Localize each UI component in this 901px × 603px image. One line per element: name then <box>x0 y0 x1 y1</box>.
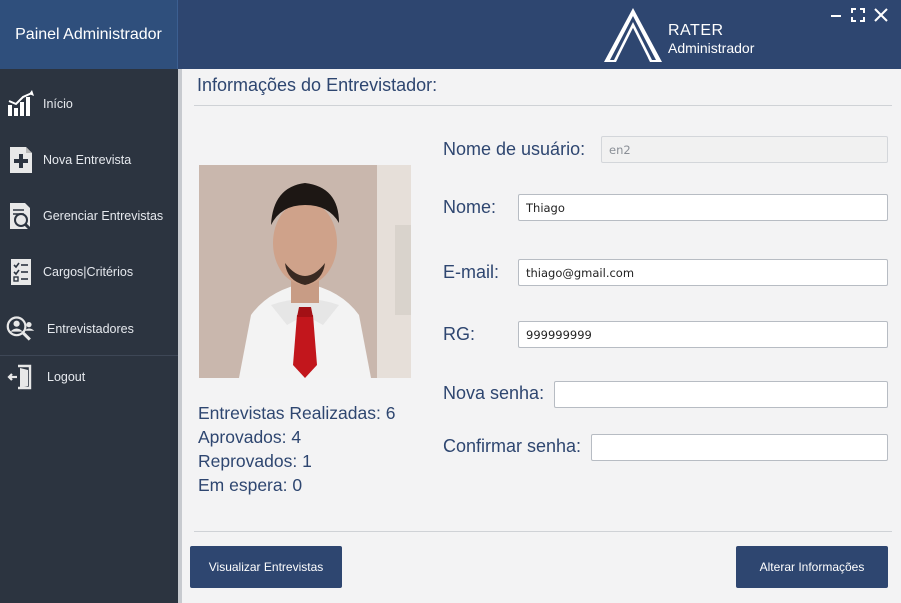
email-label: E-mail: <box>443 262 500 282</box>
checklist-icon <box>6 257 36 287</box>
visualizar-entrevistas-button[interactable]: Visualizar Entrevistas <box>190 546 342 588</box>
nova-senha-label: Nova senha: <box>443 383 545 403</box>
document-search-icon <box>6 201 36 231</box>
section-title: Informações do Entrevistador: <box>197 75 438 95</box>
rg-label: RG: <box>443 324 476 344</box>
close-icon[interactable] <box>872 6 890 24</box>
sidebar-item-label: Nova Entrevista <box>43 153 132 167</box>
sidebar-item-logout[interactable]: Logout <box>0 349 178 405</box>
chart-icon <box>6 89 36 119</box>
stat-entrevistas-realizadas: Entrevistas Realizadas: 6 <box>198 403 396 423</box>
footer-divider <box>194 531 892 532</box>
main-panel: Informações do Entrevistador: Entrevista… <box>178 69 901 603</box>
sidebar-item-label: Entrevistadores <box>47 322 134 336</box>
rg-field[interactable] <box>518 321 888 348</box>
sidebar-item-gerenciar-entrevistas[interactable]: Gerenciar Entrevistas <box>0 188 178 244</box>
stat-reprovados: Reprovados: 1 <box>198 451 312 471</box>
username-label: Nome de usuário: <box>443 139 586 159</box>
brand: RATER Administrador <box>604 8 764 62</box>
brand-title: RATER <box>668 22 724 39</box>
sidebar-item-inicio[interactable]: Início <box>0 76 178 132</box>
nome-label: Nome: <box>443 197 497 217</box>
stat-em-espera: Em espera: 0 <box>198 475 303 495</box>
top-bar: RATER Administrador <box>178 0 901 69</box>
add-document-icon <box>6 145 36 175</box>
logout-icon <box>6 362 36 392</box>
sidebar-title: Painel Administrador <box>0 0 178 69</box>
sidebar-item-nova-entrevista[interactable]: Nova Entrevista <box>0 132 178 188</box>
confirmar-senha-field[interactable] <box>591 434 888 461</box>
stat-aprovados: Aprovados: 4 <box>198 427 302 447</box>
sidebar-item-label: Gerenciar Entrevistas <box>43 209 164 223</box>
minimize-icon[interactable] <box>827 6 845 24</box>
title-divider <box>194 105 892 106</box>
alterar-informacoes-button[interactable]: Alterar Informações <box>736 546 888 588</box>
brand-subtitle: Administrador <box>668 40 755 56</box>
sidebar-item-label: Cargos|Critérios <box>43 265 134 279</box>
people-search-icon <box>6 314 36 344</box>
username-field <box>601 136 888 163</box>
maximize-icon[interactable] <box>849 6 867 24</box>
confirmar-senha-label: Confirmar senha: <box>443 436 582 456</box>
sidebar-item-label: Início <box>43 97 73 111</box>
rater-logo-icon <box>604 8 662 62</box>
email-field[interactable] <box>518 259 888 286</box>
nova-senha-field[interactable] <box>554 381 888 408</box>
sidebar-item-label: Logout <box>47 370 86 384</box>
sidebar-item-cargos-criterios[interactable]: Cargos|Critérios <box>0 244 178 300</box>
nome-field[interactable] <box>518 194 888 221</box>
interviewer-photo <box>199 165 411 378</box>
sidebar: Painel Administrador Início Nova Entrevi… <box>0 0 178 603</box>
